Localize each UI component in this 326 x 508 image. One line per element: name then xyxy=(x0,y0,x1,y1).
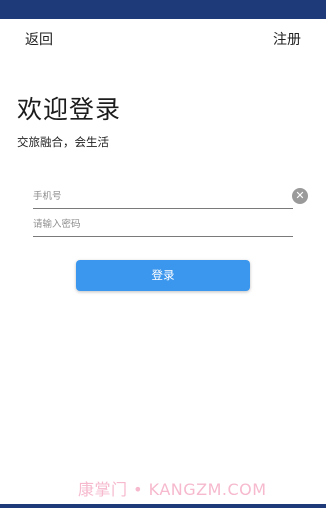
nav-bar: 返回 注册 xyxy=(0,19,326,59)
password-field xyxy=(33,212,293,237)
bottom-edge xyxy=(0,504,326,508)
register-button[interactable]: 注册 xyxy=(273,29,301,49)
phone-input[interactable] xyxy=(33,188,273,204)
watermark: 康掌门 • KANGZM.COM xyxy=(78,480,267,499)
password-input[interactable] xyxy=(33,216,273,232)
status-bar xyxy=(0,0,326,19)
clear-icon[interactable]: ✕ xyxy=(292,188,308,204)
phone-field xyxy=(33,184,293,209)
page-subtitle: 交旅融合，会生活 xyxy=(17,135,109,149)
back-button[interactable]: 返回 xyxy=(25,29,53,49)
login-button[interactable]: 登录 xyxy=(76,260,250,291)
page-title: 欢迎登录 xyxy=(17,95,122,124)
